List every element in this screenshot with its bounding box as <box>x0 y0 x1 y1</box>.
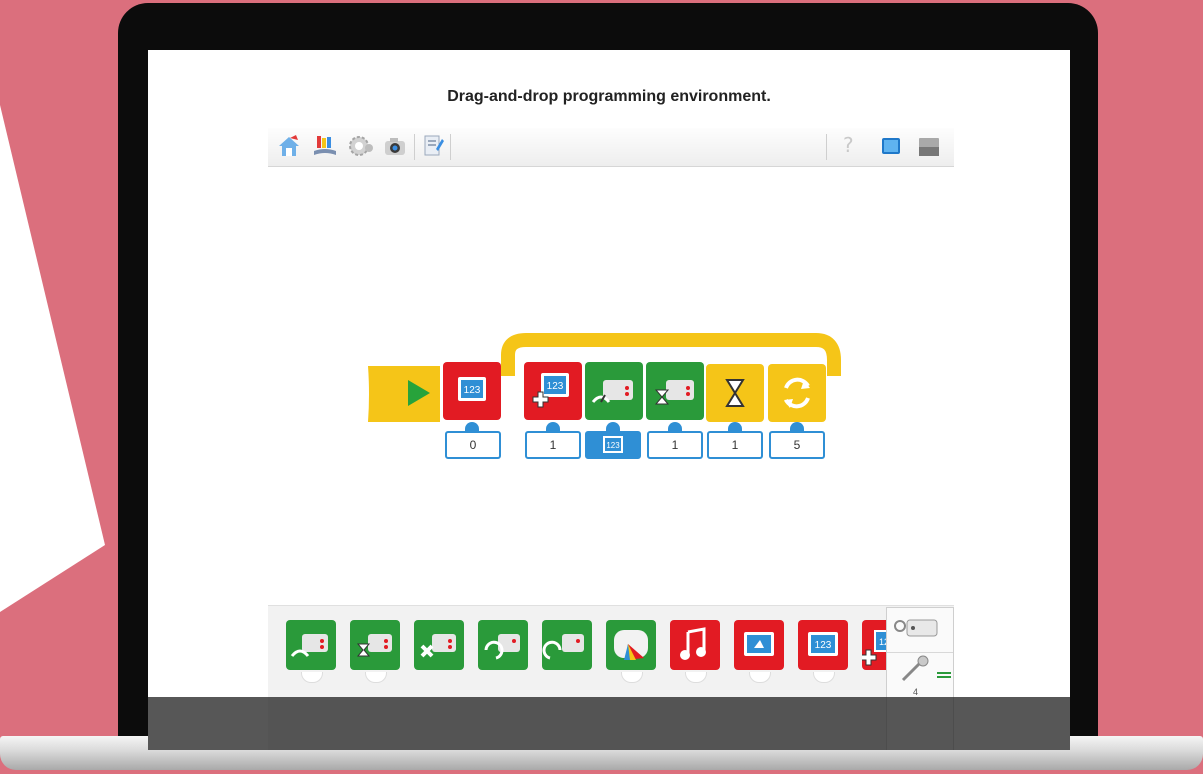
svg-text:123: 123 <box>464 385 481 396</box>
number-input-icon[interactable]: 123 <box>585 431 641 459</box>
number-icon[interactable]: 123 <box>798 620 848 670</box>
motor-power-icon[interactable] <box>286 620 336 670</box>
param-connector <box>606 422 620 431</box>
block-connector <box>621 672 643 683</box>
smarthub-icon[interactable] <box>887 608 953 653</box>
wait-block[interactable] <box>706 364 764 422</box>
motor-clockwise-icon[interactable] <box>542 620 592 670</box>
light-color-icon[interactable] <box>606 620 656 670</box>
motor-on-for-icon[interactable] <box>350 620 400 670</box>
device-count: 4 <box>913 687 919 697</box>
param-connector <box>790 422 804 431</box>
param-connector <box>465 422 479 431</box>
block-connector <box>301 672 323 683</box>
svg-text:123: 123 <box>815 640 832 651</box>
motor-power-block[interactable] <box>585 362 643 420</box>
repeat-block[interactable] <box>768 364 826 422</box>
motor-counterclockwise-icon[interactable] <box>478 620 528 670</box>
program-canvas: 123 123 0 1 123 1 1 5 <box>148 50 1070 690</box>
motor-on-for-block[interactable] <box>646 362 704 420</box>
param-box[interactable]: 1 <box>525 431 581 459</box>
app-screen: Drag-and-drop programming environment. ? <box>148 50 1070 750</box>
param-connector <box>668 422 682 431</box>
sensor-icon[interactable] <box>887 652 953 686</box>
param-box[interactable]: 0 <box>445 431 501 459</box>
sound-icon[interactable] <box>670 620 720 670</box>
param-connector <box>728 422 742 431</box>
block-connector <box>813 672 835 683</box>
start-block[interactable] <box>380 364 438 422</box>
param-box[interactable]: 1 <box>647 431 703 459</box>
svg-text:123: 123 <box>606 441 620 450</box>
param-box[interactable]: 1 <box>707 431 763 459</box>
number-block[interactable]: 123 <box>443 362 501 420</box>
block-connector <box>365 672 387 683</box>
add-number-block[interactable]: 123 <box>524 362 582 420</box>
screen-bottom-overlay <box>148 697 1070 750</box>
block-connector <box>685 672 707 683</box>
block-connector <box>749 672 771 683</box>
svg-text:123: 123 <box>547 381 564 392</box>
display-icon[interactable] <box>734 620 784 670</box>
param-connector <box>546 422 560 431</box>
param-box[interactable]: 5 <box>769 431 825 459</box>
motor-off-icon[interactable] <box>414 620 464 670</box>
